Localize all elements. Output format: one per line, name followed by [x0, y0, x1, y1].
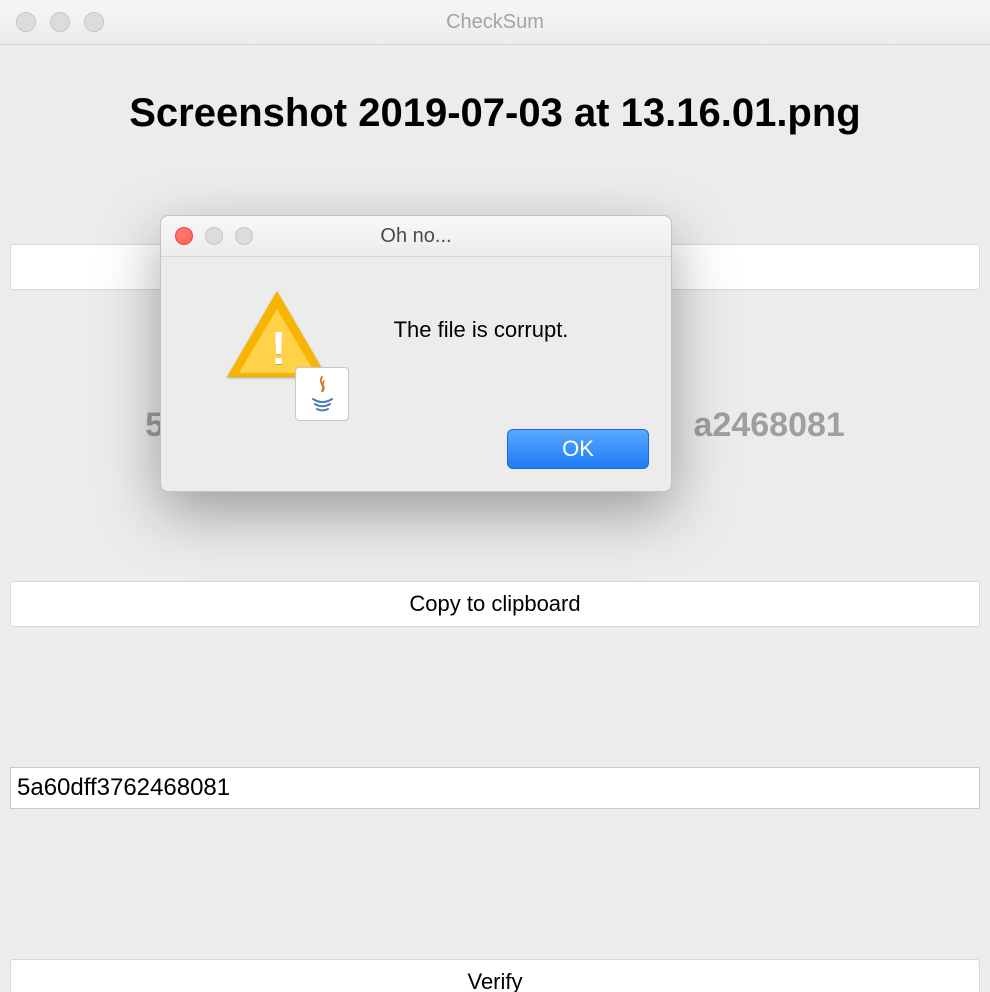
dialog-message: The file is corrupt.	[317, 279, 645, 409]
title-bar: CheckSum	[0, 0, 990, 45]
compare-input[interactable]	[10, 767, 980, 809]
dialog-minimize-icon[interactable]	[205, 227, 223, 245]
dialog-zoom-icon[interactable]	[235, 227, 253, 245]
dialog-close-icon[interactable]	[175, 227, 193, 245]
dialog-traffic-lights	[175, 227, 253, 245]
alert-dialog: Oh no... ! The file is corrupt.	[160, 215, 672, 492]
copy-button-label: Copy to clipboard	[409, 591, 580, 617]
app-window: CheckSum Screenshot 2019-07-03 at 13.16.…	[0, 0, 990, 992]
dialog-icon-area: !	[187, 279, 317, 409]
dialog-body: ! The file is corrupt.	[161, 257, 671, 419]
ok-button-label: OK	[562, 436, 594, 462]
verify-button-label: Verify	[467, 969, 522, 992]
zoom-icon[interactable]	[84, 12, 104, 32]
file-title: Screenshot 2019-07-03 at 13.16.01.png	[10, 91, 980, 136]
minimize-icon[interactable]	[50, 12, 70, 32]
computed-hash-right: a2468081	[694, 406, 845, 444]
java-app-icon	[295, 367, 349, 421]
traffic-lights	[16, 12, 104, 32]
copy-button[interactable]: Copy to clipboard	[10, 581, 980, 627]
window-title: CheckSum	[0, 11, 990, 34]
verify-button[interactable]: Verify	[10, 959, 980, 992]
ok-button[interactable]: OK	[507, 429, 649, 469]
warning-exclamation-icon: !	[271, 321, 286, 375]
close-icon[interactable]	[16, 12, 36, 32]
dialog-title-bar: Oh no...	[161, 216, 671, 257]
dialog-button-row: OK	[161, 419, 671, 491]
